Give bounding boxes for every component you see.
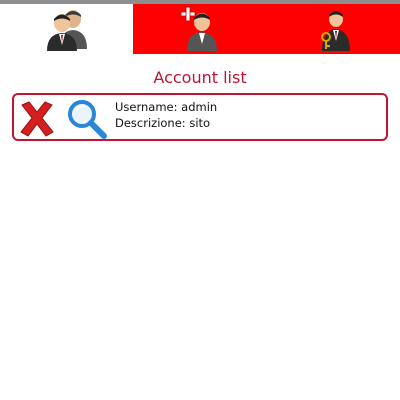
tab-add-account[interactable]: [133, 4, 267, 54]
tab-settings[interactable]: [267, 4, 400, 54]
delete-button[interactable]: [17, 99, 57, 139]
delete-x-icon: [20, 101, 54, 137]
view-button[interactable]: [66, 98, 107, 139]
magnifier-icon: [68, 100, 107, 139]
account-username: Username: admin: [115, 100, 218, 114]
account-description: Descrizione: sito: [115, 116, 211, 130]
account-list-item[interactable]: Username: admin Descrizione: sito: [12, 93, 388, 141]
tab-accounts[interactable]: [0, 4, 133, 54]
users-icon: [46, 10, 87, 51]
tab-bar: [0, 4, 400, 54]
account-info: Username: admin Descrizione: sito: [115, 99, 217, 131]
user-key-icon: [320, 11, 350, 51]
page-title: Account list: [153, 68, 247, 87]
add-user-icon: [180, 6, 217, 51]
